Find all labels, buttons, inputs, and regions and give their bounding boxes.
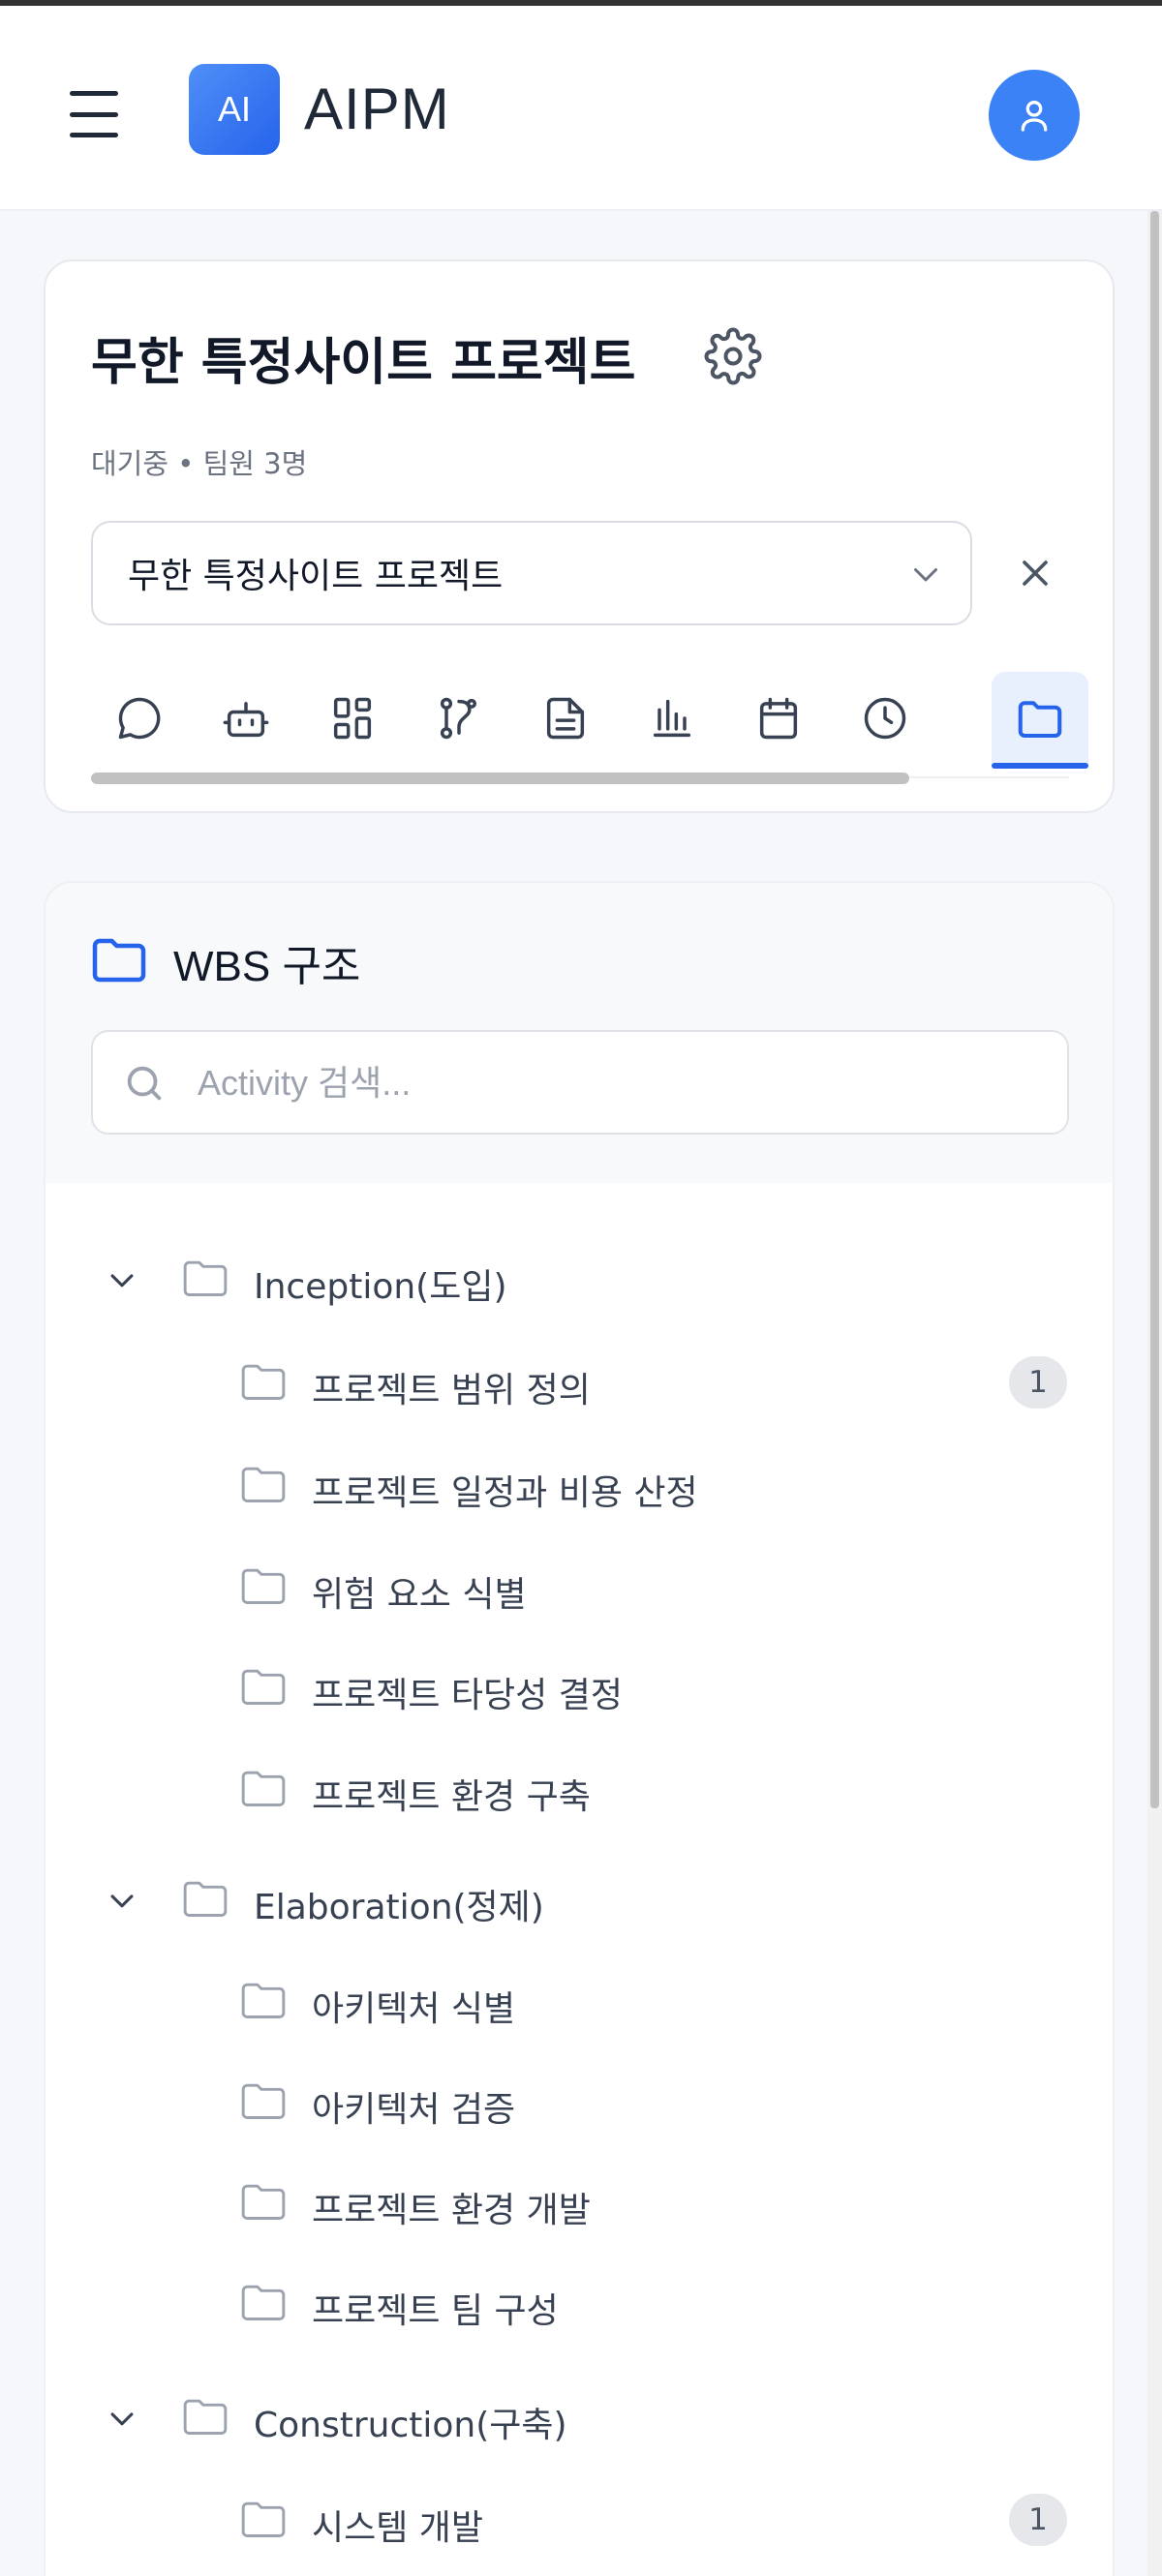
wbs-activity-row[interactable]: 프로젝트 환경 구축 xyxy=(46,1751,1113,1829)
activity-search-box[interactable] xyxy=(91,1030,1069,1135)
folder-icon xyxy=(239,1981,288,2021)
folder-icon xyxy=(239,2283,288,2323)
wbs-activity-row[interactable]: 아키텍처 식별 xyxy=(46,1963,1113,2041)
tab-wbs[interactable] xyxy=(992,672,1088,769)
wbs-phase-row[interactable]: Elaboration(정제) xyxy=(46,1862,1113,1939)
wbs-activity-row[interactable]: 프로젝트 범위 정의 1 xyxy=(46,1345,1113,1422)
tab-calendar[interactable] xyxy=(730,672,827,765)
folder-icon xyxy=(181,2397,229,2438)
app-logo: AI xyxy=(189,64,280,155)
wbs-item-label: 아키텍처 식별 xyxy=(312,1989,516,2029)
project-meta: 대기중 • 팀원 3명 xyxy=(91,447,308,480)
calendar-icon xyxy=(759,697,798,740)
wbs-activity-row[interactable]: 아키텍처 검증 xyxy=(46,2064,1113,2141)
tab-history[interactable] xyxy=(837,672,933,765)
folder-icon xyxy=(239,1566,288,1607)
count-badge: 1 xyxy=(1009,2494,1067,2546)
folder-icon xyxy=(239,2081,288,2122)
page-scrollbar-thumb[interactable] xyxy=(1150,211,1159,1808)
folder-icon xyxy=(239,1769,288,1809)
folder-icon xyxy=(239,1465,288,1505)
wbs-item-label: 프로젝트 팀 구성 xyxy=(312,2291,559,2331)
wbs-item-label: 프로젝트 환경 개발 xyxy=(312,2191,591,2230)
folder-icon xyxy=(1018,701,1062,739)
wbs-item-label: 위험 요소 식별 xyxy=(312,1575,527,1615)
tab-dashboard[interactable] xyxy=(304,672,401,765)
folder-icon xyxy=(239,2500,288,2540)
tab-bot[interactable] xyxy=(198,672,294,765)
user-avatar-button[interactable] xyxy=(989,70,1080,161)
page-scrollbar[interactable] xyxy=(1147,211,1162,2576)
wbs-activity-row[interactable]: 프로젝트 타당성 결정 xyxy=(46,1650,1113,1727)
tab-chat[interactable] xyxy=(91,672,188,765)
wbs-activity-row[interactable]: 위험 요소 식별 xyxy=(46,1549,1113,1626)
wbs-title: WBS 구조 xyxy=(173,943,361,990)
project-select[interactable]: 무한 특정사이트 프로젝트 xyxy=(91,521,972,625)
project-tabs xyxy=(91,672,1088,788)
chevron-down-icon xyxy=(914,568,937,582)
workflow-icon xyxy=(440,697,476,740)
tab-scrollbar[interactable] xyxy=(91,773,909,784)
bar-chart-icon xyxy=(653,699,691,738)
count-badge: 1 xyxy=(1009,1356,1067,1409)
wbs-activity-row[interactable]: 시스템 개발 1 xyxy=(46,2482,1113,2560)
wbs-item-label: 아키텍처 검증 xyxy=(312,2090,516,2130)
folder-icon xyxy=(92,938,146,983)
wbs-item-label: 프로젝트 일정과 비용 산정 xyxy=(312,1473,698,1513)
chevron-down-icon[interactable] xyxy=(106,1266,138,1293)
search-icon xyxy=(127,1066,162,1101)
bot-icon xyxy=(223,702,269,738)
wbs-item-label: 프로젝트 범위 정의 xyxy=(312,1371,591,1410)
document-icon xyxy=(546,697,585,740)
app-header: AI AIPM xyxy=(0,6,1162,211)
wbs-activity-row[interactable]: 프로젝트 일정과 비용 산정 xyxy=(46,1447,1113,1525)
wbs-header: WBS 구조 xyxy=(46,883,1113,1183)
folder-icon xyxy=(181,1879,229,1920)
project-title: 무한 특정사이트 프로젝트 xyxy=(91,334,636,392)
settings-gear-icon[interactable] xyxy=(704,327,762,385)
project-select-value: 무한 특정사이트 프로젝트 xyxy=(128,557,504,596)
wbs-activity-row[interactable]: 프로젝트 환경 개발 xyxy=(46,2165,1113,2242)
wbs-activity-row[interactable]: 프로젝트 팀 구성 xyxy=(46,2265,1113,2343)
folder-icon xyxy=(239,2182,288,2223)
folder-icon xyxy=(239,1362,288,1403)
wbs-phase-row[interactable]: Inception(도입) xyxy=(46,1241,1113,1318)
activity-search-input[interactable] xyxy=(198,1055,1030,1111)
chat-icon xyxy=(118,697,161,740)
close-icon[interactable] xyxy=(1014,552,1056,594)
wbs-item-label: 프로젝트 타당성 결정 xyxy=(312,1676,623,1715)
wbs-item-label: Construction(구축) xyxy=(254,2406,567,2445)
user-icon xyxy=(1021,101,1048,132)
wbs-item-label: Elaboration(정제) xyxy=(254,1888,544,1927)
clock-icon xyxy=(864,697,906,740)
chevron-down-icon[interactable] xyxy=(106,1887,138,1914)
chevron-down-icon[interactable] xyxy=(106,2405,138,2432)
app-title: AIPM xyxy=(304,76,450,141)
wbs-item-label: 시스템 개발 xyxy=(312,2508,484,2548)
folder-icon xyxy=(181,1258,229,1299)
wbs-item-label: 프로젝트 환경 구축 xyxy=(312,1777,591,1817)
dashboard-icon xyxy=(333,697,372,740)
wbs-item-label: Inception(도입) xyxy=(254,1267,507,1307)
tab-document[interactable] xyxy=(517,672,614,765)
folder-icon xyxy=(239,1667,288,1708)
menu-icon[interactable] xyxy=(70,91,118,137)
wbs-panel: WBS 구조 Inception(도입) 프로젝트 범위 정의 1 프로젝트 일정과 … xyxy=(44,881,1115,2576)
tab-analytics[interactable] xyxy=(624,672,720,765)
tab-workflow[interactable] xyxy=(411,672,507,765)
wbs-phase-row[interactable]: Construction(구축) xyxy=(46,2379,1113,2457)
project-card: 무한 특정사이트 프로젝트 대기중 • 팀원 3명 무한 특정사이트 프로젝트 xyxy=(44,259,1115,813)
